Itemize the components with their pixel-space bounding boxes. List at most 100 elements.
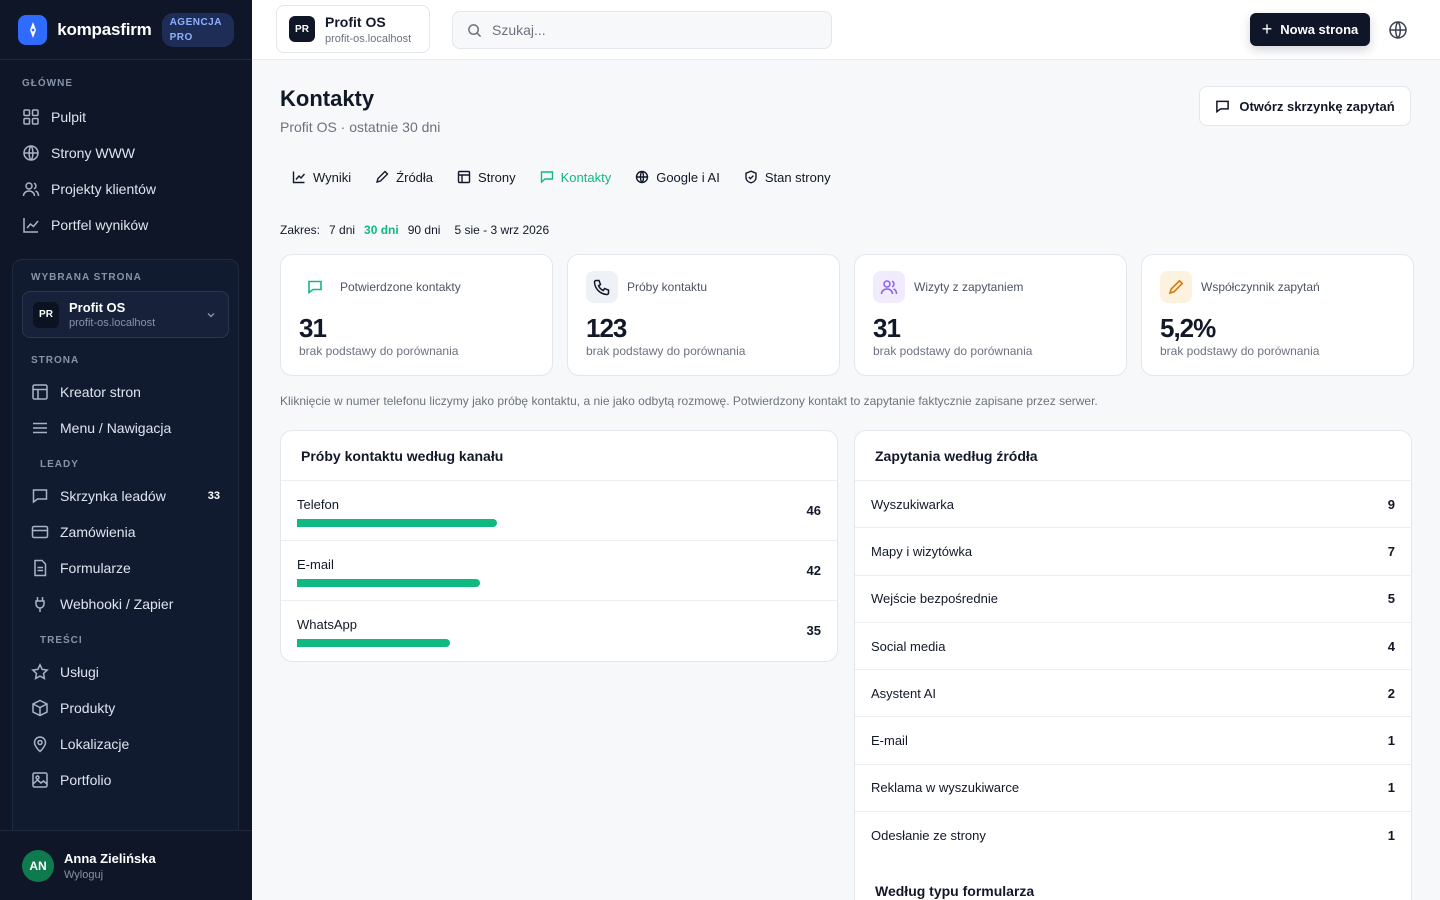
source-row: Asystent AI 2 (855, 670, 1411, 718)
chevron-down-icon (207, 313, 215, 318)
range-dates: 5 sie - 3 wrz 2026 (454, 223, 550, 237)
source-value: 5 (1387, 591, 1395, 607)
site-select[interactable]: PR Profit OS profit-os.localhost (22, 291, 229, 338)
card-icon (31, 525, 49, 539)
shield-icon (745, 170, 757, 184)
channel-row: WhatsApp 35 (281, 601, 837, 661)
kpi-value: 31 (873, 313, 901, 343)
sidebar-item-strony-www[interactable]: Strony WWW (22, 135, 230, 171)
section-label-content: TREŚCI (40, 635, 83, 646)
source-name: Asystent AI (871, 685, 937, 701)
tab-stan-strony[interactable]: Stan strony (732, 160, 843, 194)
sidebar: kompasfirm AGENCJA PRO GŁÓWNE Pulpit Str… (0, 0, 252, 900)
range-90d[interactable]: 90 dni (408, 223, 441, 237)
source-value: 4 (1387, 638, 1395, 654)
sidebar-item-produkty[interactable]: Produkty (31, 690, 220, 726)
source-value: 1 (1387, 733, 1395, 749)
channel-row: Telefon 46 (281, 481, 837, 541)
site-domain: profit-os.localhost (69, 317, 156, 329)
lead-count-badge: 33 (207, 490, 220, 502)
topbar: PR Profit OS profit-os.localhost + Nowa … (252, 0, 1440, 60)
tab-label: Google i AI (656, 169, 720, 185)
tab-kontakty[interactable]: Kontakty (528, 160, 624, 194)
open-inbox-button[interactable]: Otwórz skrzynkę zapytań (1199, 86, 1411, 126)
sidebar-item-menu[interactable]: Menu / Nawigacja (31, 410, 220, 446)
source-value: 7 (1387, 543, 1395, 559)
tab-strony[interactable]: Strony (445, 160, 528, 194)
sidebar-item-label: Kreator stron (60, 384, 141, 400)
kpi-value: 31 (299, 313, 327, 343)
range-label: Zakres: (280, 223, 321, 237)
kpi-label: Próby kontaktu (627, 280, 708, 294)
sources-panel: Zapytania według źródła Wyszukiwarka 9 Ma… (854, 430, 1412, 900)
brand[interactable]: kompasfirm AGENCJA PRO (0, 0, 252, 60)
menu-icon (33, 422, 47, 434)
source-name: Wyszukiwarka (871, 496, 954, 512)
sidebar-item-label: Portfel wyników (51, 217, 149, 233)
site-switcher[interactable]: PR Profit OS profit-os.localhost (276, 5, 430, 53)
tab-wyniki[interactable]: Wyniki (280, 160, 363, 194)
sidebar-item-skrzynka[interactable]: Skrzynka leadów 33 (31, 478, 220, 514)
sidebar-item-uslugi[interactable]: Usługi (31, 654, 220, 690)
page-title: Kontakty (280, 86, 375, 111)
sidebar-item-label: Webhooki / Zapier (60, 596, 174, 612)
phone-icon (593, 279, 610, 296)
users-icon (880, 280, 898, 295)
plan-badge: AGENCJA PRO (161, 12, 234, 47)
channels-panel: Próby kontaktu według kanału Telefon 46 … (280, 430, 838, 662)
date-range: Zakres: 7 dni 30 dni 90 dni 5 sie - 3 wr… (280, 223, 558, 237)
sidebar-item-kreator[interactable]: Kreator stron (31, 374, 220, 410)
sidebar-item-portfel[interactable]: Portfel wyników (22, 207, 230, 243)
globe-icon (23, 145, 39, 161)
new-page-label: Nowa strona (1280, 22, 1359, 37)
kpi-label: Potwierdzone kontakty (340, 280, 461, 294)
sidebar-item-lokalizacje[interactable]: Lokalizacje (31, 726, 220, 762)
compass-logo-icon (18, 14, 48, 45)
tab-google-ai[interactable]: Google i AI (623, 160, 732, 194)
user-name: Anna Zielińska (64, 850, 156, 866)
sidebar-item-webhooki[interactable]: Webhooki / Zapier (31, 586, 220, 622)
sidebar-item-label: Usługi (60, 664, 99, 680)
source-row: E-mail 1 (855, 717, 1411, 765)
kpi-icon-box (299, 271, 331, 303)
sidebar-item-portfolio[interactable]: Portfolio (31, 762, 220, 798)
logout-link[interactable]: Wyloguj (64, 869, 156, 881)
sidebar-item-pulpit[interactable]: Pulpit (22, 99, 230, 135)
channel-name: E-mail (297, 557, 334, 572)
kpi-value: 5,2% (1160, 313, 1216, 343)
main-nav: GŁÓWNE Pulpit Strony WWW Projekty klient… (0, 78, 252, 243)
language-globe-icon[interactable] (1388, 20, 1408, 40)
kpi-card-confirmed: Potwierdzone kontakty 31 brak podstawy d… (280, 254, 553, 376)
kpi-cards: Potwierdzone kontakty 31 brak podstawy d… (280, 254, 1414, 376)
sidebar-item-label: Strony WWW (51, 145, 135, 161)
form-type-title: Według typu formularza (875, 883, 1035, 900)
source-row: Reklama w wyszukiwarce 1 (855, 765, 1411, 813)
box-icon (32, 699, 48, 717)
section-label-leads: LEADY (40, 459, 79, 470)
range-30d[interactable]: 30 dni (364, 223, 399, 237)
plug-icon (35, 597, 45, 612)
grid-icon (23, 109, 39, 125)
channel-value: 42 (806, 563, 821, 578)
search-box (452, 11, 832, 49)
star-icon (31, 663, 49, 680)
kpi-compare: brak podstawy do porównania (1160, 344, 1320, 358)
pen-icon (1168, 279, 1184, 295)
sidebar-item-formularze[interactable]: Formularze (31, 550, 220, 586)
range-7d[interactable]: 7 dni (329, 223, 355, 237)
search-input[interactable] (492, 22, 812, 38)
tab-label: Kontakty (560, 169, 612, 185)
info-note: Kliknięcie w numer telefonu liczymy jako… (280, 394, 1098, 408)
sidebar-item-label: Pulpit (51, 109, 87, 125)
source-name: Wejście bezpośrednie (871, 591, 998, 607)
source-value: 2 (1387, 685, 1395, 701)
sidebar-item-projekty[interactable]: Projekty klientów (22, 171, 230, 207)
new-page-button[interactable]: + Nowa strona (1250, 13, 1370, 46)
kpi-icon-box (1160, 271, 1192, 303)
tab-zrodla[interactable]: Źródła (363, 160, 445, 194)
page-nav: STRONA Kreator stron Menu / Nawigacja LE… (22, 355, 229, 798)
site-name: Profit OS (69, 300, 126, 315)
tabs: Wyniki Źródła Strony Kontakty Google i A… (280, 160, 843, 194)
sidebar-item-zamowienia[interactable]: Zamówienia (31, 514, 220, 550)
source-value: 1 (1387, 828, 1395, 844)
